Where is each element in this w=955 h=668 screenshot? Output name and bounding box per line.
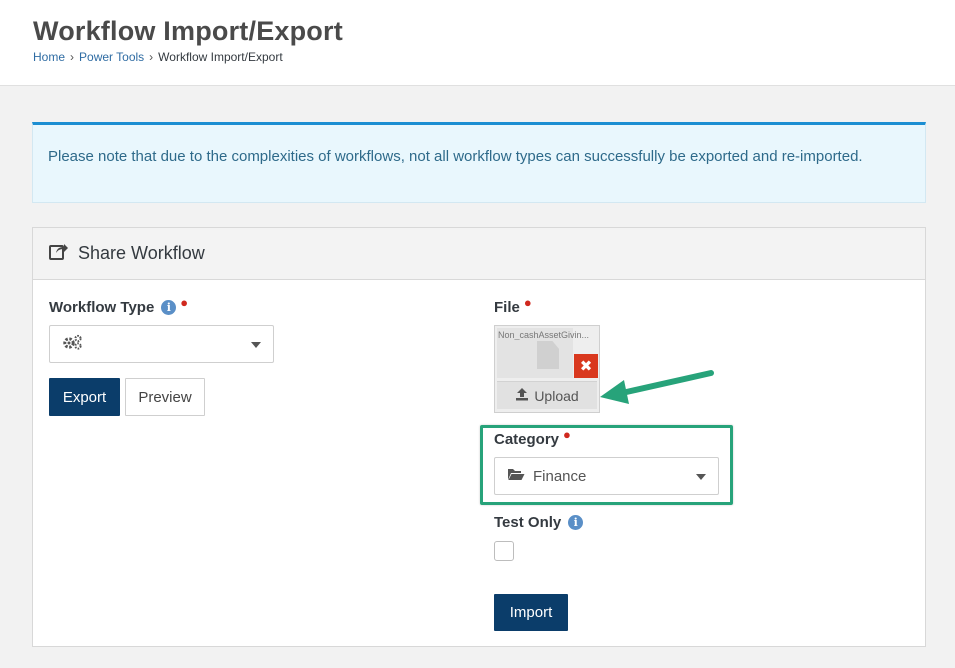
info-alert: Please note that due to the complexities…: [32, 122, 926, 203]
upload-button[interactable]: Upload: [497, 381, 597, 409]
category-label-text: Category: [494, 431, 560, 448]
caret-down-icon: [251, 342, 261, 348]
required-indicator: ●: [180, 295, 189, 310]
panel-title: Share Workflow: [78, 243, 205, 263]
category-select[interactable]: Finance: [494, 457, 719, 495]
folder-open-icon: [507, 467, 525, 485]
test-only-label: Test Only i: [494, 514, 584, 531]
upload-label: Upload: [534, 387, 579, 404]
share-icon: [49, 242, 69, 265]
test-only-label-text: Test Only: [494, 514, 562, 531]
breadcrumb-home[interactable]: Home: [33, 50, 65, 64]
file-icon: [537, 341, 559, 369]
test-only-checkbox[interactable]: [494, 541, 514, 561]
category-label: Category ●: [494, 427, 571, 448]
alert-text: Please note that due to the complexities…: [48, 148, 863, 165]
chevron-right-icon: ›: [149, 50, 154, 64]
page-title: Workflow Import/Export: [33, 16, 343, 46]
caret-down-icon: [696, 474, 706, 480]
file-uploader: Non_cashAssetGivin... ✖ Upload: [494, 325, 600, 413]
required-indicator: ●: [523, 295, 532, 310]
annotation-arrow-icon: [600, 370, 714, 404]
required-indicator: ●: [563, 427, 571, 442]
chevron-right-icon: ›: [70, 50, 75, 64]
breadcrumb: Home › Power Tools › Workflow Import/Exp…: [33, 50, 283, 64]
share-workflow-panel: Share Workflow: [32, 227, 926, 647]
export-button[interactable]: Export: [49, 378, 120, 416]
upload-icon: [515, 387, 529, 404]
info-icon[interactable]: i: [161, 300, 177, 315]
info-icon[interactable]: i: [568, 515, 584, 530]
category-value: Finance: [533, 467, 587, 485]
breadcrumb-current: Workflow Import/Export: [158, 50, 283, 64]
page-header: Workflow Import/Export Home › Power Tool…: [0, 0, 955, 86]
file-label: File ●: [494, 295, 532, 316]
panel-heading: Share Workflow: [33, 228, 925, 280]
close-icon: ✖: [579, 358, 593, 375]
file-name: Non_cashAssetGivin...: [498, 330, 590, 340]
breadcrumb-power-tools[interactable]: Power Tools: [79, 50, 144, 64]
file-label-text: File: [494, 299, 520, 316]
workflow-type-label: Workflow Type i ●: [49, 295, 188, 316]
workflow-type-label-text: Workflow Type: [49, 299, 155, 316]
preview-button[interactable]: Preview: [125, 378, 205, 416]
import-button[interactable]: Import: [494, 594, 568, 631]
delete-file-button[interactable]: ✖: [574, 354, 598, 378]
workflow-type-select[interactable]: [49, 325, 274, 363]
gears-icon: [62, 334, 84, 354]
